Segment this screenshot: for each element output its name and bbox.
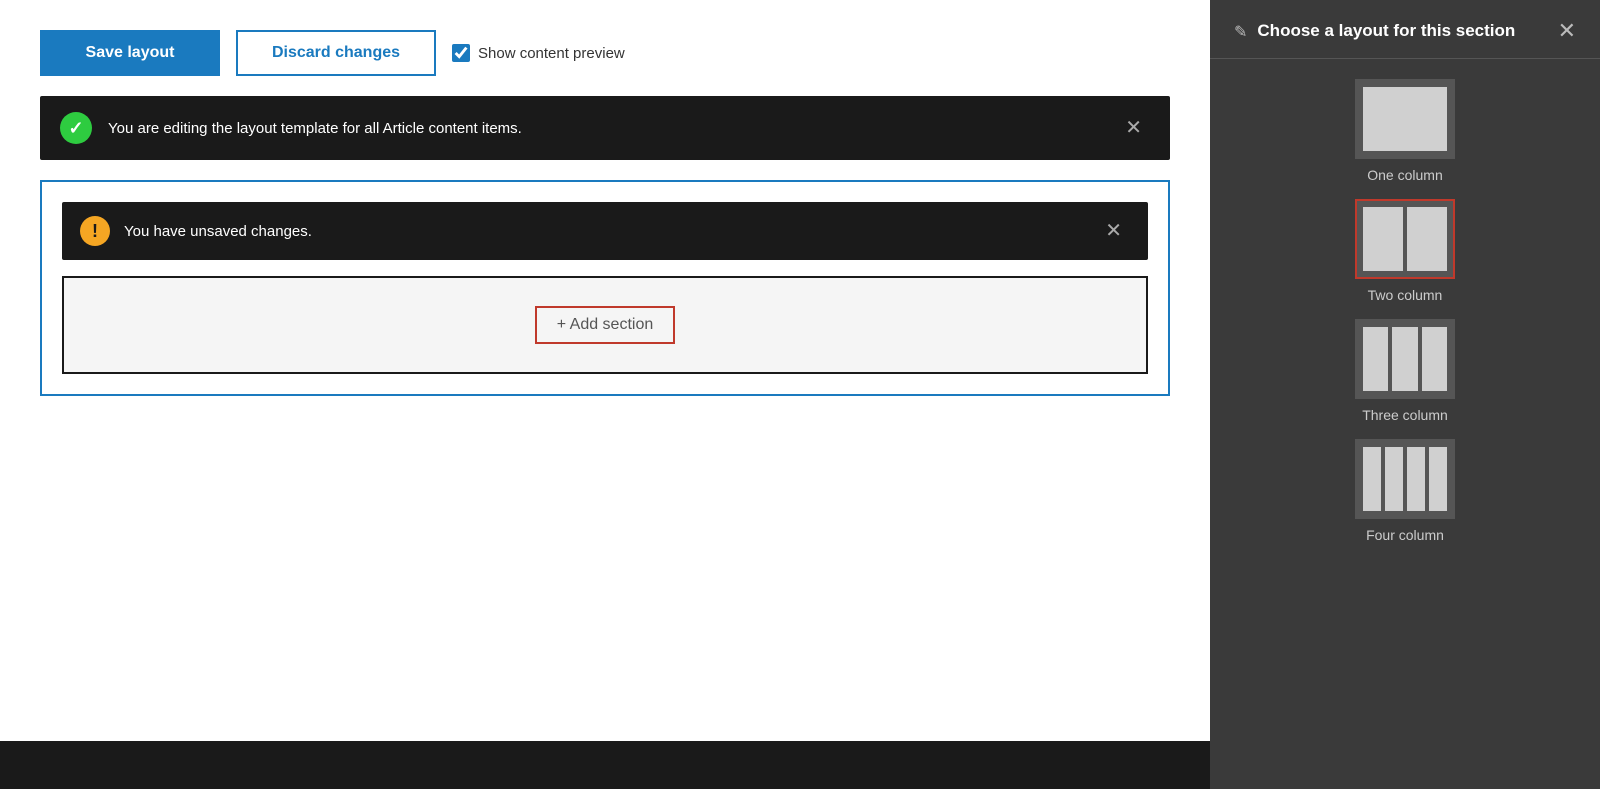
warning-banner-close-button[interactable]: ✕ <box>1097 217 1130 245</box>
four-column-col-4 <box>1429 447 1447 511</box>
one-column-label: One column <box>1367 167 1442 183</box>
one-column-col <box>1363 87 1447 151</box>
info-banner-close-button[interactable]: ✕ <box>1117 114 1150 142</box>
panel-close-button[interactable]: ✕ <box>1558 20 1576 42</box>
three-column-col-2 <box>1392 327 1417 391</box>
layout-option-two-column[interactable]: Two column <box>1234 199 1576 303</box>
info-banner: You are editing the layout template for … <box>40 96 1170 160</box>
three-column-label: Three column <box>1362 407 1448 423</box>
discard-changes-button[interactable]: Discard changes <box>236 30 436 76</box>
add-section-area[interactable]: + Add section <box>62 276 1148 374</box>
save-layout-button[interactable]: Save layout <box>40 30 220 76</box>
main-content: Save layout Discard changes Show content… <box>0 0 1210 789</box>
pencil-icon: ✎ <box>1234 22 1247 42</box>
layout-option-one-column[interactable]: One column <box>1234 79 1576 183</box>
two-column-preview <box>1355 199 1455 279</box>
section-container: ! You have unsaved changes. ✕ + Add sect… <box>40 180 1170 396</box>
two-column-label: Two column <box>1368 287 1443 303</box>
toolbar: Save layout Discard changes Show content… <box>40 30 1170 76</box>
three-column-col-3 <box>1422 327 1447 391</box>
panel-header: ✎ Choose a layout for this section ✕ <box>1210 0 1600 59</box>
layout-option-three-column[interactable]: Three column <box>1234 319 1576 423</box>
four-column-col-2 <box>1385 447 1403 511</box>
panel-header-content: ✎ Choose a layout for this section <box>1234 20 1515 42</box>
one-column-preview <box>1355 79 1455 159</box>
three-column-col-1 <box>1363 327 1388 391</box>
four-column-preview <box>1355 439 1455 519</box>
four-column-col-1 <box>1363 447 1381 511</box>
warning-icon: ! <box>80 216 110 246</box>
success-icon <box>60 112 92 144</box>
four-column-label: Four column <box>1366 527 1444 543</box>
layout-sidebar-panel: ✎ Choose a layout for this section ✕ One… <box>1210 0 1600 789</box>
show-preview-label[interactable]: Show content preview <box>452 44 625 62</box>
two-column-col-1 <box>1363 207 1403 271</box>
add-section-button[interactable]: + Add section <box>535 306 676 344</box>
info-banner-text: You are editing the layout template for … <box>108 120 1101 137</box>
warning-banner-text: You have unsaved changes. <box>124 223 1083 240</box>
layout-option-four-column[interactable]: Four column <box>1234 439 1576 543</box>
show-preview-text: Show content preview <box>478 45 625 62</box>
layout-options-list: One column Two column Three column <box>1210 59 1600 563</box>
four-column-col-3 <box>1407 447 1425 511</box>
panel-title: Choose a layout for this section <box>1257 20 1515 42</box>
show-preview-checkbox[interactable] <box>452 44 470 62</box>
warning-banner: ! You have unsaved changes. ✕ <box>62 202 1148 260</box>
three-column-preview <box>1355 319 1455 399</box>
two-column-col-2 <box>1407 207 1447 271</box>
